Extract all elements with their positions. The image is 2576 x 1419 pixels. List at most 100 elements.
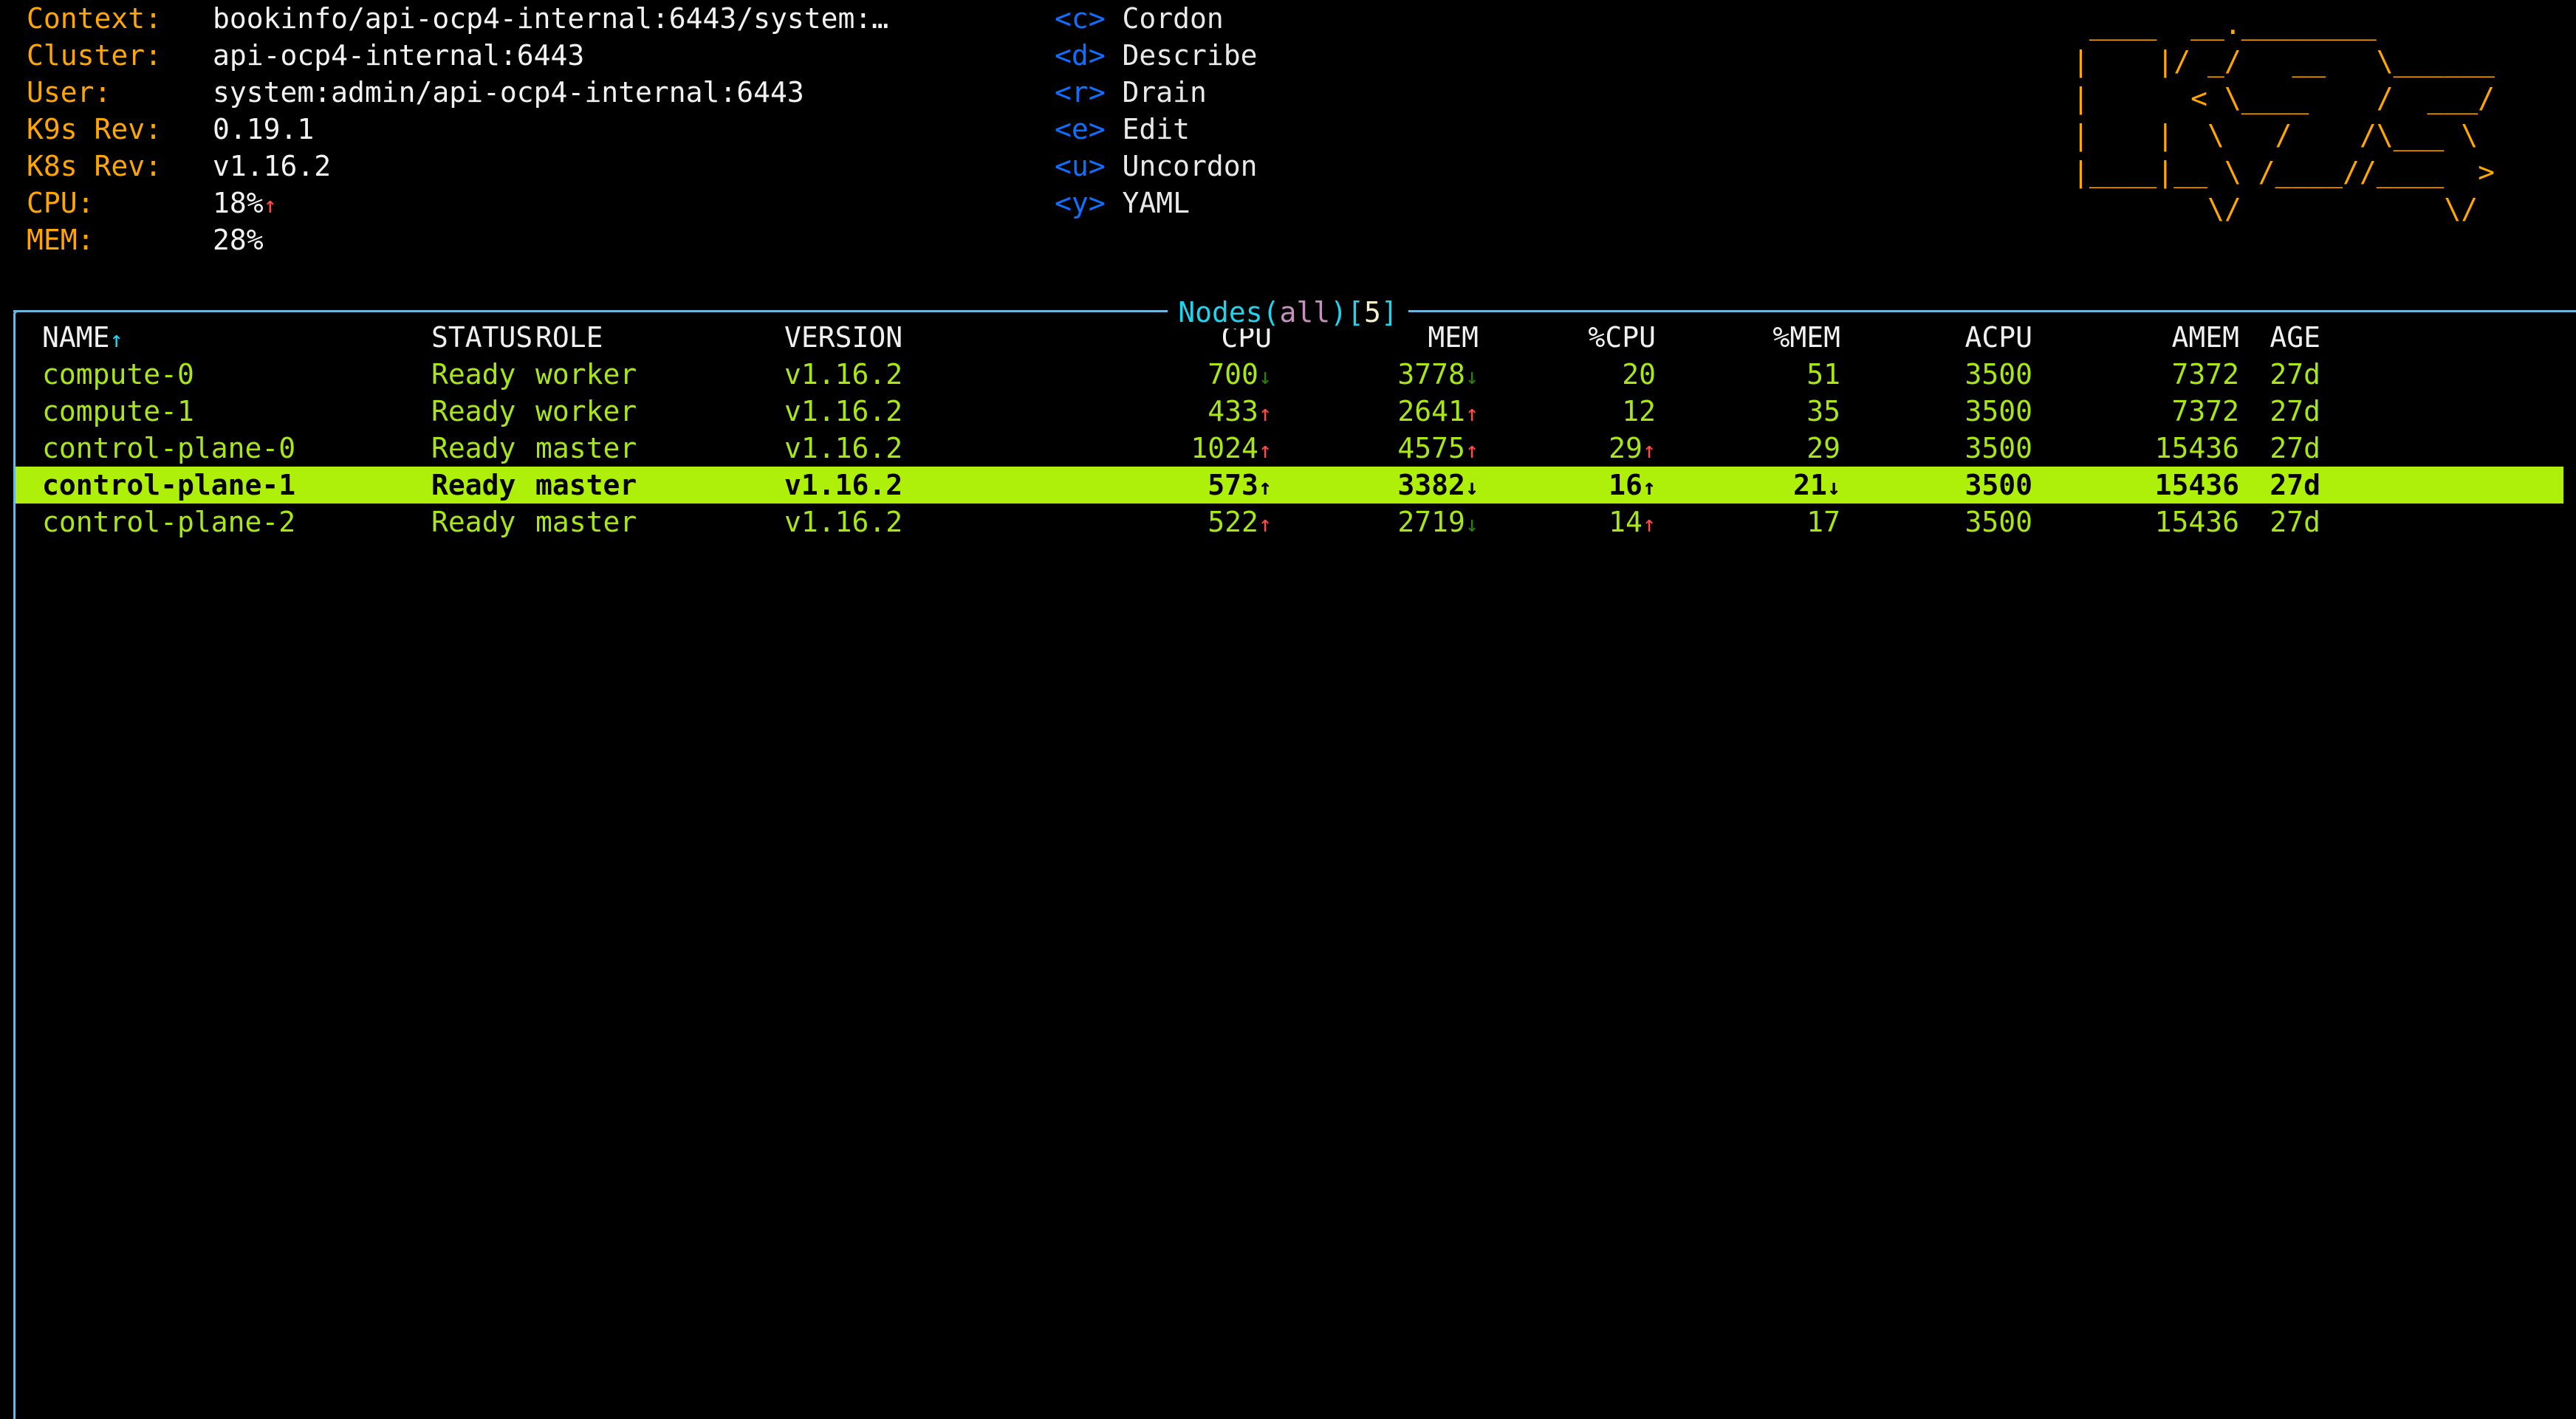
cell-pct-mem: 29	[1656, 430, 1840, 467]
cell-age-value: 27d	[2270, 506, 2320, 538]
panel-title-close-bracket: ]	[1380, 296, 1398, 329]
cell-amem-value: 15436	[2154, 506, 2239, 538]
cell-mem-value: 2719	[1397, 506, 1465, 538]
table-body: compute-0 Ready worker v1.16.2 700↓ 3778↓ 20 51…	[16, 356, 2576, 540]
trend-up-icon: ↑	[1642, 475, 1656, 501]
cell-pct-mem: 51	[1656, 356, 1840, 393]
cell-pct-mem-value: 21	[1793, 469, 1827, 501]
cell-acpu-value: 3500	[1964, 395, 2032, 427]
trend-up-icon: ↑	[1642, 438, 1656, 464]
shortcut-item-uncordon[interactable]: <u> Uncordon	[1055, 148, 1258, 185]
trend-down-icon: ↓	[1465, 364, 1479, 390]
cell-acpu: 3500	[1840, 504, 2032, 540]
cell-node-name: compute-0	[42, 358, 194, 391]
cell-version: v1.16.2	[784, 395, 903, 427]
cell-cpu: 573↑	[1080, 467, 1272, 506]
trend-down-icon: ↓	[1465, 475, 1479, 501]
cell-pct-cpu: 14↑	[1479, 504, 1656, 543]
cell-acpu: 3500	[1840, 467, 2032, 504]
cell-mem-value: 2641	[1397, 395, 1465, 427]
cell-age: 27d	[2239, 430, 2320, 467]
cluster-info-row: K9s Rev: 0.19.1	[27, 111, 888, 148]
trend-up-icon: ↑	[1465, 401, 1479, 427]
cell-acpu: 3500	[1840, 393, 2032, 430]
cell-cpu: 700↓	[1080, 356, 1272, 396]
cell-amem: 15436	[2032, 430, 2239, 467]
cell-amem: 15436	[2032, 467, 2239, 504]
cell-pct-cpu-value: 16	[1609, 469, 1642, 501]
cell-cpu: 1024↑	[1080, 430, 1272, 470]
trend-up-icon: ↑	[1465, 438, 1479, 464]
cell-pct-cpu: 16↑	[1479, 467, 1656, 506]
cell-cpu-value: 700	[1208, 358, 1258, 391]
cell-acpu-value: 3500	[1964, 358, 2032, 391]
cluster-info-list: Context: bookinfo/api-ocp4-internal:6443/…	[27, 0, 888, 258]
cell-pct-mem-value: 35	[1806, 395, 1840, 427]
cell-role: master	[535, 469, 637, 501]
cluster-info-key: CPU:	[27, 187, 95, 219]
cell-amem: 15436	[2032, 504, 2239, 540]
trend-down-icon: ↓	[1258, 364, 1272, 390]
table-row[interactable]: compute-0 Ready worker v1.16.2 700↓ 3778↓ 20 51…	[16, 356, 2576, 393]
cell-version: v1.16.2	[784, 358, 903, 391]
table-row[interactable]: control-plane-2 Ready master v1.16.2 522↑ 271…	[16, 504, 2576, 540]
cell-mem-value: 3778	[1397, 358, 1465, 391]
cluster-info-value: v1.16.2	[213, 150, 332, 182]
cell-acpu: 3500	[1840, 356, 2032, 393]
cell-status: Ready	[431, 506, 516, 538]
cell-status: Ready	[431, 395, 516, 427]
cluster-info-value: 0.19.1	[213, 113, 315, 145]
cluster-info-key: K8s Rev:	[27, 150, 162, 182]
table-row[interactable]: control-plane-0 Ready master v1.16.2 1024↑ 45…	[16, 430, 2576, 467]
cluster-info-row: Cluster: api-ocp4-internal:6443	[27, 37, 888, 74]
cell-age-value: 27d	[2270, 432, 2320, 464]
cluster-info-key: Cluster:	[27, 39, 162, 72]
cell-age-value: 27d	[2270, 358, 2320, 391]
cell-status: Ready	[431, 358, 516, 391]
shortcut-label: Edit	[1122, 113, 1191, 145]
cell-mem: 4575↑	[1272, 430, 1479, 470]
trend-down-icon: ↓	[1465, 512, 1479, 537]
shortcut-label: Uncordon	[1122, 150, 1258, 182]
cell-pct-cpu: 12	[1479, 393, 1656, 430]
cluster-info-row: User: system:admin/api-ocp4-internal:6443	[27, 74, 888, 111]
cluster-info-value: bookinfo/api-ocp4-internal:6443/system:…	[213, 2, 889, 35]
shortcut-item-cordon[interactable]: <c> Cordon	[1055, 0, 1258, 37]
panel-title-open-paren: (	[1262, 296, 1280, 329]
cell-cpu: 522↑	[1080, 504, 1272, 543]
cell-amem-value: 7372	[2171, 358, 2239, 391]
cluster-info-key: K9s Rev:	[27, 113, 162, 145]
cell-age: 27d	[2239, 356, 2320, 393]
table-row[interactable]: compute-1 Ready worker v1.16.2 433↑ 2641↑ 12 35…	[16, 393, 2576, 430]
cell-pct-mem-value: 51	[1806, 358, 1840, 391]
shortcut-item-edit[interactable]: <e> Edit	[1055, 111, 1258, 148]
cell-status: Ready	[431, 469, 516, 501]
cluster-info-value: 28%	[213, 224, 264, 256]
keyboard-shortcuts-list: <c> Cordon <d> Describe <r> Drain <e> Edit <…	[1055, 0, 1258, 221]
cell-age: 27d	[2239, 393, 2320, 430]
cluster-info-row: CPU: 18%↑	[27, 185, 888, 221]
cell-role: worker	[535, 358, 637, 391]
cell-age-value: 27d	[2270, 395, 2320, 427]
trend-up-icon: ↑	[1642, 512, 1656, 537]
top-info-bar: Context: bookinfo/api-ocp4-internal:6443/…	[0, 0, 2576, 272]
cell-pct-cpu-value: 20	[1622, 358, 1656, 391]
cell-status: Ready	[431, 432, 516, 464]
shortcut-item-describe[interactable]: <d> Describe	[1055, 37, 1258, 74]
cell-mem: 2641↑	[1272, 393, 1479, 433]
cell-age: 27d	[2239, 504, 2320, 540]
cell-pct-cpu-value: 14	[1609, 506, 1642, 538]
shortcut-label: Cordon	[1122, 2, 1224, 35]
cell-cpu-value: 573	[1208, 469, 1258, 501]
shortcut-key: <r>	[1055, 76, 1123, 109]
cell-mem: 2719↓	[1272, 504, 1479, 543]
cell-cpu-value: 522	[1208, 506, 1258, 538]
k9s-terminal-screen: Context: bookinfo/api-ocp4-internal:6443/…	[0, 0, 2576, 1419]
shortcut-label: Describe	[1122, 39, 1258, 72]
table-row[interactable]: control-plane-1 Ready master v1.16.2 573↑ 338…	[16, 467, 2563, 504]
shortcut-key: <d>	[1055, 39, 1123, 72]
cell-amem-value: 7372	[2171, 395, 2239, 427]
cell-age: 27d	[2239, 467, 2320, 504]
shortcut-item-drain[interactable]: <r> Drain	[1055, 74, 1258, 111]
shortcut-item-yaml[interactable]: <y> YAML	[1055, 185, 1258, 221]
